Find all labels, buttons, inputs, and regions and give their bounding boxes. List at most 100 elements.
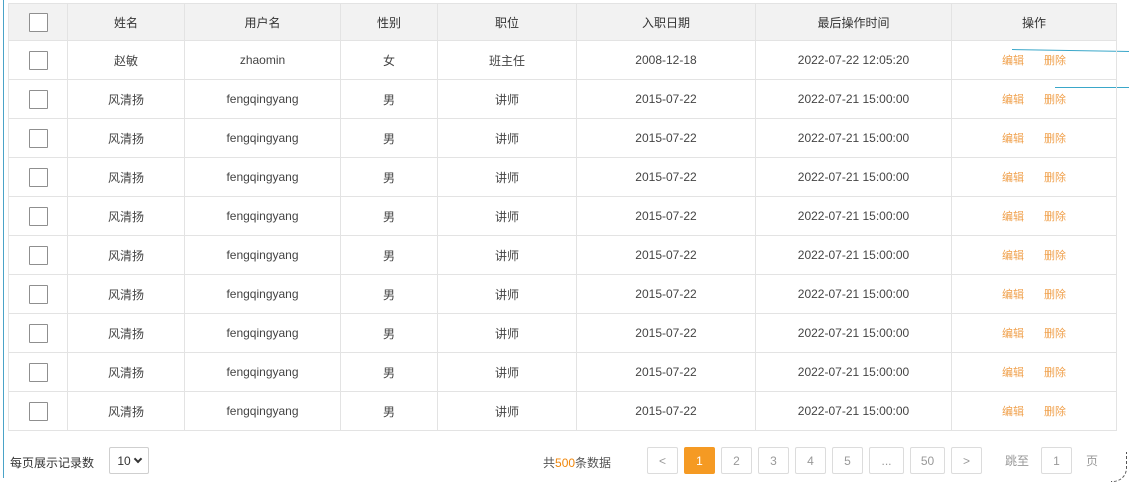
cell-actions: 编辑 删除 [951, 118, 1117, 158]
delete-link[interactable]: 删除 [1044, 172, 1066, 184]
row-checkbox[interactable] [28, 89, 48, 109]
page-button[interactable]: ... [869, 447, 904, 474]
delete-link[interactable]: 删除 [1044, 133, 1066, 145]
delete-link[interactable]: 删除 [1044, 289, 1066, 301]
row-select-cell [8, 79, 68, 119]
row-checkbox[interactable] [28, 401, 48, 421]
cell-actions: 编辑 删除 [951, 352, 1117, 392]
row-checkbox[interactable] [28, 128, 48, 148]
edit-link[interactable]: 编辑 [1002, 55, 1024, 67]
cell-name: 风清扬 [67, 79, 185, 119]
row-checkbox[interactable] [28, 50, 48, 70]
cell-gender: 男 [340, 313, 438, 353]
cell-actions: 编辑 删除 [951, 40, 1117, 80]
edit-link[interactable]: 编辑 [1002, 289, 1024, 301]
per-page-select[interactable]: 10 [109, 447, 149, 474]
table-row: 风清扬 fengqingyang 男讲师 2015-07-22 2022-07-21 1… [8, 118, 1117, 158]
cell-actions: 编辑 删除 [951, 391, 1117, 431]
page-frame: 姓名 用户名 性别 职位 入职日期 最后操作时间 操作 赵敏 zhaomin 女班主… [0, 0, 1129, 488]
delete-link[interactable]: 删除 [1044, 328, 1066, 340]
next-page-button[interactable]: > [951, 447, 982, 474]
header-gender: 性别 [340, 3, 438, 41]
cell-position: 讲师 [437, 352, 577, 392]
chevron-down-icon [133, 454, 142, 463]
delete-link[interactable]: 删除 [1044, 211, 1066, 223]
cell-gender: 男 [340, 196, 438, 236]
cell-name: 风清扬 [67, 313, 185, 353]
cell-username: fengqingyang [184, 196, 341, 236]
table-row: 风清扬 fengqingyang 男讲师 2015-07-22 2022-07-21 1… [8, 79, 1117, 119]
table-footer: 每页展示记录数 10 共500条数据 <1 2 3 4 5... 50 > 跳至 1 页 [10, 446, 1120, 476]
cell-position: 讲师 [437, 391, 577, 431]
cell-username: fengqingyang [184, 79, 341, 119]
cell-hire-date: 2008-12-18 [576, 40, 756, 80]
cell-username: fengqingyang [184, 313, 341, 353]
delete-link[interactable]: 删除 [1044, 406, 1066, 418]
delete-link[interactable]: 删除 [1044, 250, 1066, 262]
cell-position: 讲师 [437, 79, 577, 119]
row-checkbox[interactable] [28, 362, 48, 382]
row-select-cell [8, 352, 68, 392]
delete-link[interactable]: 删除 [1044, 367, 1066, 379]
cell-hire-date: 2015-07-22 [576, 352, 756, 392]
cell-name: 风清扬 [67, 274, 185, 314]
cell-last-op-time: 2022-07-21 15:00:00 [755, 118, 952, 158]
prev-page-button[interactable]: < [647, 447, 678, 474]
jump-suffix: 页 [1086, 454, 1099, 468]
edit-link[interactable]: 编辑 [1002, 211, 1024, 223]
cell-username: fengqingyang [184, 157, 341, 197]
header-name: 姓名 [67, 3, 185, 41]
cell-username: fengqingyang [184, 274, 341, 314]
delete-link[interactable]: 删除 [1044, 94, 1066, 106]
cell-last-op-time: 2022-07-22 12:05:20 [755, 40, 952, 80]
edit-link[interactable]: 编辑 [1002, 250, 1024, 262]
edit-link[interactable]: 编辑 [1002, 328, 1024, 340]
edit-link[interactable]: 编辑 [1002, 406, 1024, 418]
edit-link[interactable]: 编辑 [1002, 94, 1024, 106]
cell-last-op-time: 2022-07-21 15:00:00 [755, 274, 952, 314]
cell-position: 讲师 [437, 235, 577, 275]
row-checkbox[interactable] [28, 323, 48, 343]
cell-last-op-time: 2022-07-21 15:00:00 [755, 352, 952, 392]
table-row: 风清扬 fengqingyang 男讲师 2015-07-22 2022-07-21 1… [8, 157, 1117, 197]
page-button[interactable]: 3 [758, 447, 789, 474]
cell-actions: 编辑 删除 [951, 274, 1117, 314]
row-checkbox[interactable] [28, 284, 48, 304]
row-select-cell [8, 196, 68, 236]
cell-username: fengqingyang [184, 391, 341, 431]
cell-actions: 编辑 删除 [951, 235, 1117, 275]
select-all-checkbox[interactable] [28, 12, 48, 32]
cell-last-op-time: 2022-07-21 15:00:00 [755, 79, 952, 119]
row-checkbox[interactable] [28, 167, 48, 187]
page-button[interactable]: 50 [910, 447, 945, 474]
jump-page-input[interactable]: 1 [1041, 447, 1073, 474]
edit-link[interactable]: 编辑 [1002, 133, 1024, 145]
header-position: 职位 [437, 3, 577, 41]
cell-name: 风清扬 [67, 118, 185, 158]
cell-position: 讲师 [437, 157, 577, 197]
page-button[interactable]: 5 [832, 447, 863, 474]
cell-position: 讲师 [437, 274, 577, 314]
cell-actions: 编辑 删除 [951, 196, 1117, 236]
page-button[interactable]: 4 [795, 447, 826, 474]
table-row: 风清扬 fengqingyang 男讲师 2015-07-22 2022-07-21 1… [8, 274, 1117, 314]
row-checkbox[interactable] [28, 245, 48, 265]
cell-name: 赵敏 [67, 40, 185, 80]
cell-name: 风清扬 [67, 391, 185, 431]
cell-actions: 编辑 删除 [951, 157, 1117, 197]
cell-last-op-time: 2022-07-21 15:00:00 [755, 235, 952, 275]
delete-link[interactable]: 删除 [1044, 55, 1066, 67]
employee-table: 姓名 用户名 性别 职位 入职日期 最后操作时间 操作 赵敏 zhaomin 女班主… [8, 3, 1117, 431]
edit-link[interactable]: 编辑 [1002, 367, 1024, 379]
cell-name: 风清扬 [67, 196, 185, 236]
cell-last-op-time: 2022-07-21 15:00:00 [755, 157, 952, 197]
cell-username: fengqingyang [184, 352, 341, 392]
page-button[interactable]: 1 [684, 447, 715, 474]
row-select-cell [8, 40, 68, 80]
page-button[interactable]: 2 [721, 447, 752, 474]
cell-position: 讲师 [437, 313, 577, 353]
edit-link[interactable]: 编辑 [1002, 172, 1024, 184]
cell-last-op-time: 2022-07-21 15:00:00 [755, 391, 952, 431]
row-checkbox[interactable] [28, 206, 48, 226]
cell-hire-date: 2015-07-22 [576, 196, 756, 236]
